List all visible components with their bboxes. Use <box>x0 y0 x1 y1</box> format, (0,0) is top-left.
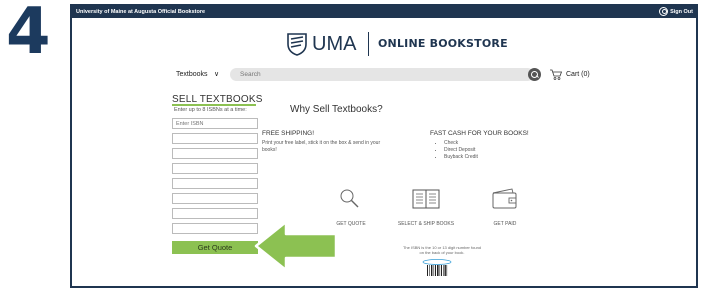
browser-screenshot: University of Maine at Augusta Official … <box>70 4 698 288</box>
step-label-get-paid: GET PAID <box>493 221 517 227</box>
isbn-field[interactable] <box>172 223 258 234</box>
cart-icon[interactable] <box>550 69 562 80</box>
isbn-field[interactable] <box>172 178 258 189</box>
logo-divider <box>368 32 369 56</box>
shield-logo-icon <box>287 33 307 56</box>
isbn-field[interactable] <box>172 118 258 129</box>
free-shipping-title: FREE SHIPPING! <box>262 130 315 137</box>
search-icon[interactable] <box>528 68 541 81</box>
isbn-field[interactable] <box>172 148 258 159</box>
magnifier-icon <box>340 189 359 208</box>
store-logo[interactable]: UMA ONLINE BOOKSTORE <box>286 30 508 58</box>
why-sell-heading: Why Sell Textbooks? <box>290 104 383 115</box>
isbn-field[interactable] <box>172 163 258 174</box>
book-icon <box>412 189 440 209</box>
fast-cash-title: FAST CASH FOR YOUR BOOKS! <box>430 130 529 137</box>
textbooks-menu[interactable]: Textbooks <box>176 70 208 80</box>
isbn-field[interactable] <box>172 193 258 204</box>
university-link[interactable]: University of Maine at Augusta Official … <box>76 7 205 17</box>
user-circle-icon[interactable] <box>659 7 668 16</box>
nav-bar: Textbooks ∨ Cart (0) <box>176 68 596 82</box>
sign-out-link[interactable]: Sign Out <box>670 7 693 17</box>
top-bar: University of Maine at Augusta Official … <box>72 6 696 18</box>
sell-subtitle: Enter up to 8 ISBNs at a time: <box>174 107 247 113</box>
search-input[interactable] <box>230 68 534 81</box>
store-name: ONLINE BOOKSTORE <box>378 37 508 50</box>
cart-link[interactable]: Cart (0) <box>566 70 590 80</box>
isbn-field[interactable] <box>172 133 258 144</box>
payment-options-list: Check Direct Deposit Buyback Credit <box>444 140 478 161</box>
isbn-note: The ISBN is the 10 or 13 digit number fo… <box>402 245 482 255</box>
isbn-field[interactable] <box>172 208 258 219</box>
list-item: Buyback Credit <box>444 154 478 161</box>
barcode-icon <box>422 259 452 276</box>
chevron-down-icon[interactable]: ∨ <box>214 71 219 79</box>
get-quote-button[interactable]: Get Quote <box>172 241 258 254</box>
step-label-select-ship: SELECT & SHIP BOOKS <box>397 221 455 227</box>
step-number: 4 <box>6 0 51 69</box>
logo-text: UMA <box>312 33 357 55</box>
wallet-icon <box>492 188 517 209</box>
free-shipping-text: Print your free label, stick it on the b… <box>262 140 381 153</box>
list-item: Direct Deposit <box>444 147 478 154</box>
list-item: Check <box>444 140 478 147</box>
pointer-arrow-icon <box>254 220 338 272</box>
title-underline <box>172 104 256 106</box>
